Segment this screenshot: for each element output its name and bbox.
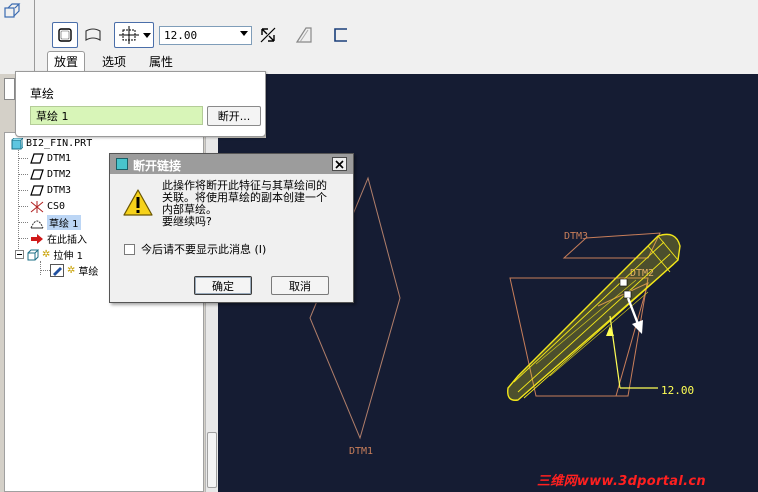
tree-item-cs0[interactable]: CS0 bbox=[30, 199, 65, 214]
tree-item-label: 拉伸 1 bbox=[53, 251, 83, 262]
watermark: 三维网www.3dportal.cn bbox=[537, 474, 706, 489]
break-link-dialog: 断开链接 此操作将断开此特征与其草绘间的 关联。将使用草绘的副本创建一个 内部草… bbox=[109, 153, 354, 303]
tree-item-label: 草绘 bbox=[78, 267, 99, 278]
surface-button[interactable] bbox=[80, 22, 106, 48]
flip-direction-icon bbox=[260, 27, 276, 43]
datum-plane-icon bbox=[30, 153, 44, 164]
tab-options[interactable]: 选项 bbox=[94, 51, 134, 71]
navigator-tab[interactable] bbox=[4, 78, 15, 100]
tab-properties-label: 属性 bbox=[148, 54, 173, 69]
regen-star-icon: ✲ bbox=[42, 249, 51, 260]
regen-star-icon: ✲ bbox=[67, 265, 76, 276]
tree-item-dtm1[interactable]: DTM1 bbox=[30, 151, 71, 166]
dialog-title: 断开链接 bbox=[133, 159, 182, 173]
flip-direction-button[interactable] bbox=[256, 22, 280, 48]
extrude-preview-geometry[interactable] bbox=[507, 233, 681, 401]
dtm1-label: DTM1 bbox=[349, 446, 373, 457]
tree-line bbox=[40, 270, 50, 271]
chevron-down-icon bbox=[142, 33, 151, 38]
tree-item-internal-sketch[interactable]: ✲ 草绘 bbox=[50, 263, 98, 278]
warning-icon bbox=[123, 189, 153, 216]
tree-line bbox=[18, 238, 28, 239]
sketch-collector[interactable]: 草绘 1 bbox=[30, 106, 203, 125]
break-link-button-label: 断开... bbox=[217, 110, 251, 123]
sketch-icon bbox=[30, 220, 44, 228]
ok-button-label: 确定 bbox=[212, 279, 234, 293]
tree-line bbox=[18, 206, 28, 207]
thicken-sketch-button[interactable] bbox=[292, 22, 316, 48]
break-link-button[interactable]: 断开... bbox=[207, 106, 261, 126]
cancel-button-label: 取消 bbox=[289, 279, 311, 293]
solid-button[interactable] bbox=[52, 22, 78, 48]
part-icon bbox=[11, 137, 23, 149]
tree-item-label: DTM3 bbox=[47, 185, 72, 196]
cancel-button[interactable]: 取消 bbox=[271, 276, 329, 295]
dialog-title-bar[interactable]: 断开链接 bbox=[110, 154, 353, 174]
tree-item-extrude1[interactable]: ✲ 拉伸 1 bbox=[15, 247, 83, 262]
dtm3-label: DTM3 bbox=[564, 231, 588, 242]
solid-icon bbox=[58, 28, 72, 42]
extrude-dashboard: 12.00 放置 选项 属性 bbox=[0, 0, 758, 74]
tree-item-label: 草绘 1 bbox=[47, 215, 81, 230]
drag-handle-2[interactable] bbox=[623, 290, 632, 299]
tree-item-sketch1[interactable]: 草绘 1 bbox=[30, 215, 81, 230]
tree-root-label: BI2_FIN.PRT bbox=[26, 138, 93, 149]
message-line: 要继续吗? bbox=[162, 215, 212, 228]
tab-placement-label: 放置 bbox=[53, 55, 78, 69]
tab-properties[interactable]: 属性 bbox=[142, 51, 180, 71]
tree-root[interactable]: BI2_FIN.PRT bbox=[11, 136, 92, 151]
tree-item-label: CS0 bbox=[47, 201, 66, 212]
graphics-window-top bbox=[266, 74, 758, 138]
remove-material-button[interactable] bbox=[330, 22, 352, 48]
surface-icon bbox=[85, 28, 101, 41]
toolbar-separator bbox=[34, 0, 35, 74]
tab-placement[interactable]: 放置 bbox=[47, 51, 85, 71]
tree-line bbox=[18, 147, 19, 259]
blind-depth-icon bbox=[118, 26, 139, 44]
close-button[interactable] bbox=[332, 157, 347, 171]
tree-line bbox=[18, 174, 28, 175]
tree-item-label: DTM2 bbox=[47, 169, 72, 180]
sketch-pencil-icon bbox=[50, 264, 64, 277]
depth-value: 12.00 bbox=[164, 29, 198, 42]
tree-line bbox=[18, 190, 28, 191]
tree-line bbox=[18, 222, 28, 223]
tree-item-dtm3[interactable]: DTM3 bbox=[30, 183, 71, 198]
depth-option-button[interactable] bbox=[114, 22, 154, 48]
thicken-icon bbox=[295, 27, 312, 43]
sketch-collector-value: 草绘 1 bbox=[36, 109, 69, 123]
extrude-icon bbox=[27, 249, 39, 260]
dialog-message: 此操作将断开此特征与其草绘间的 关联。将使用草绘的副本创建一个 内部草绘。 要继… bbox=[162, 180, 352, 228]
extrude-feature-icon bbox=[4, 3, 21, 18]
collapse-minus-icon[interactable] bbox=[15, 250, 24, 259]
tree-item-label: DTM1 bbox=[47, 153, 72, 164]
drag-handle-1[interactable] bbox=[619, 278, 628, 287]
datum-plane-icon bbox=[30, 185, 44, 196]
tree-line bbox=[18, 158, 28, 159]
app-icon bbox=[116, 158, 128, 170]
remove-material-icon bbox=[334, 28, 347, 42]
coordinate-system-icon bbox=[30, 200, 44, 213]
tree-item-label: 在此插入 bbox=[47, 235, 87, 246]
dont-show-again-checkbox[interactable]: 今后请不要显示此消息 (I) bbox=[124, 241, 266, 257]
depth-dimension[interactable]: 12.00 bbox=[606, 315, 694, 397]
tab-options-label: 选项 bbox=[101, 54, 126, 69]
tree-item-dtm2[interactable]: DTM2 bbox=[30, 167, 71, 182]
dont-show-again-label: 今后请不要显示此消息 (I) bbox=[141, 243, 267, 256]
insert-arrow-icon bbox=[31, 233, 43, 244]
scrollbar-thumb[interactable] bbox=[207, 432, 217, 488]
close-icon bbox=[335, 159, 344, 169]
placement-panel: 草绘 草绘 1 断开... bbox=[15, 71, 266, 137]
checkbox-box[interactable] bbox=[124, 243, 135, 255]
dropdown-arrow-icon[interactable] bbox=[240, 31, 248, 36]
ok-button[interactable]: 确定 bbox=[194, 276, 252, 295]
datum-plane-icon bbox=[30, 169, 44, 180]
depth-value-combobox[interactable]: 12.00 bbox=[159, 26, 252, 45]
dimension-value[interactable]: 12.00 bbox=[661, 384, 694, 397]
tree-line bbox=[40, 261, 41, 275]
sketch-section-label: 草绘 bbox=[30, 87, 55, 101]
tree-item-insert-here[interactable]: 在此插入 bbox=[30, 231, 87, 246]
